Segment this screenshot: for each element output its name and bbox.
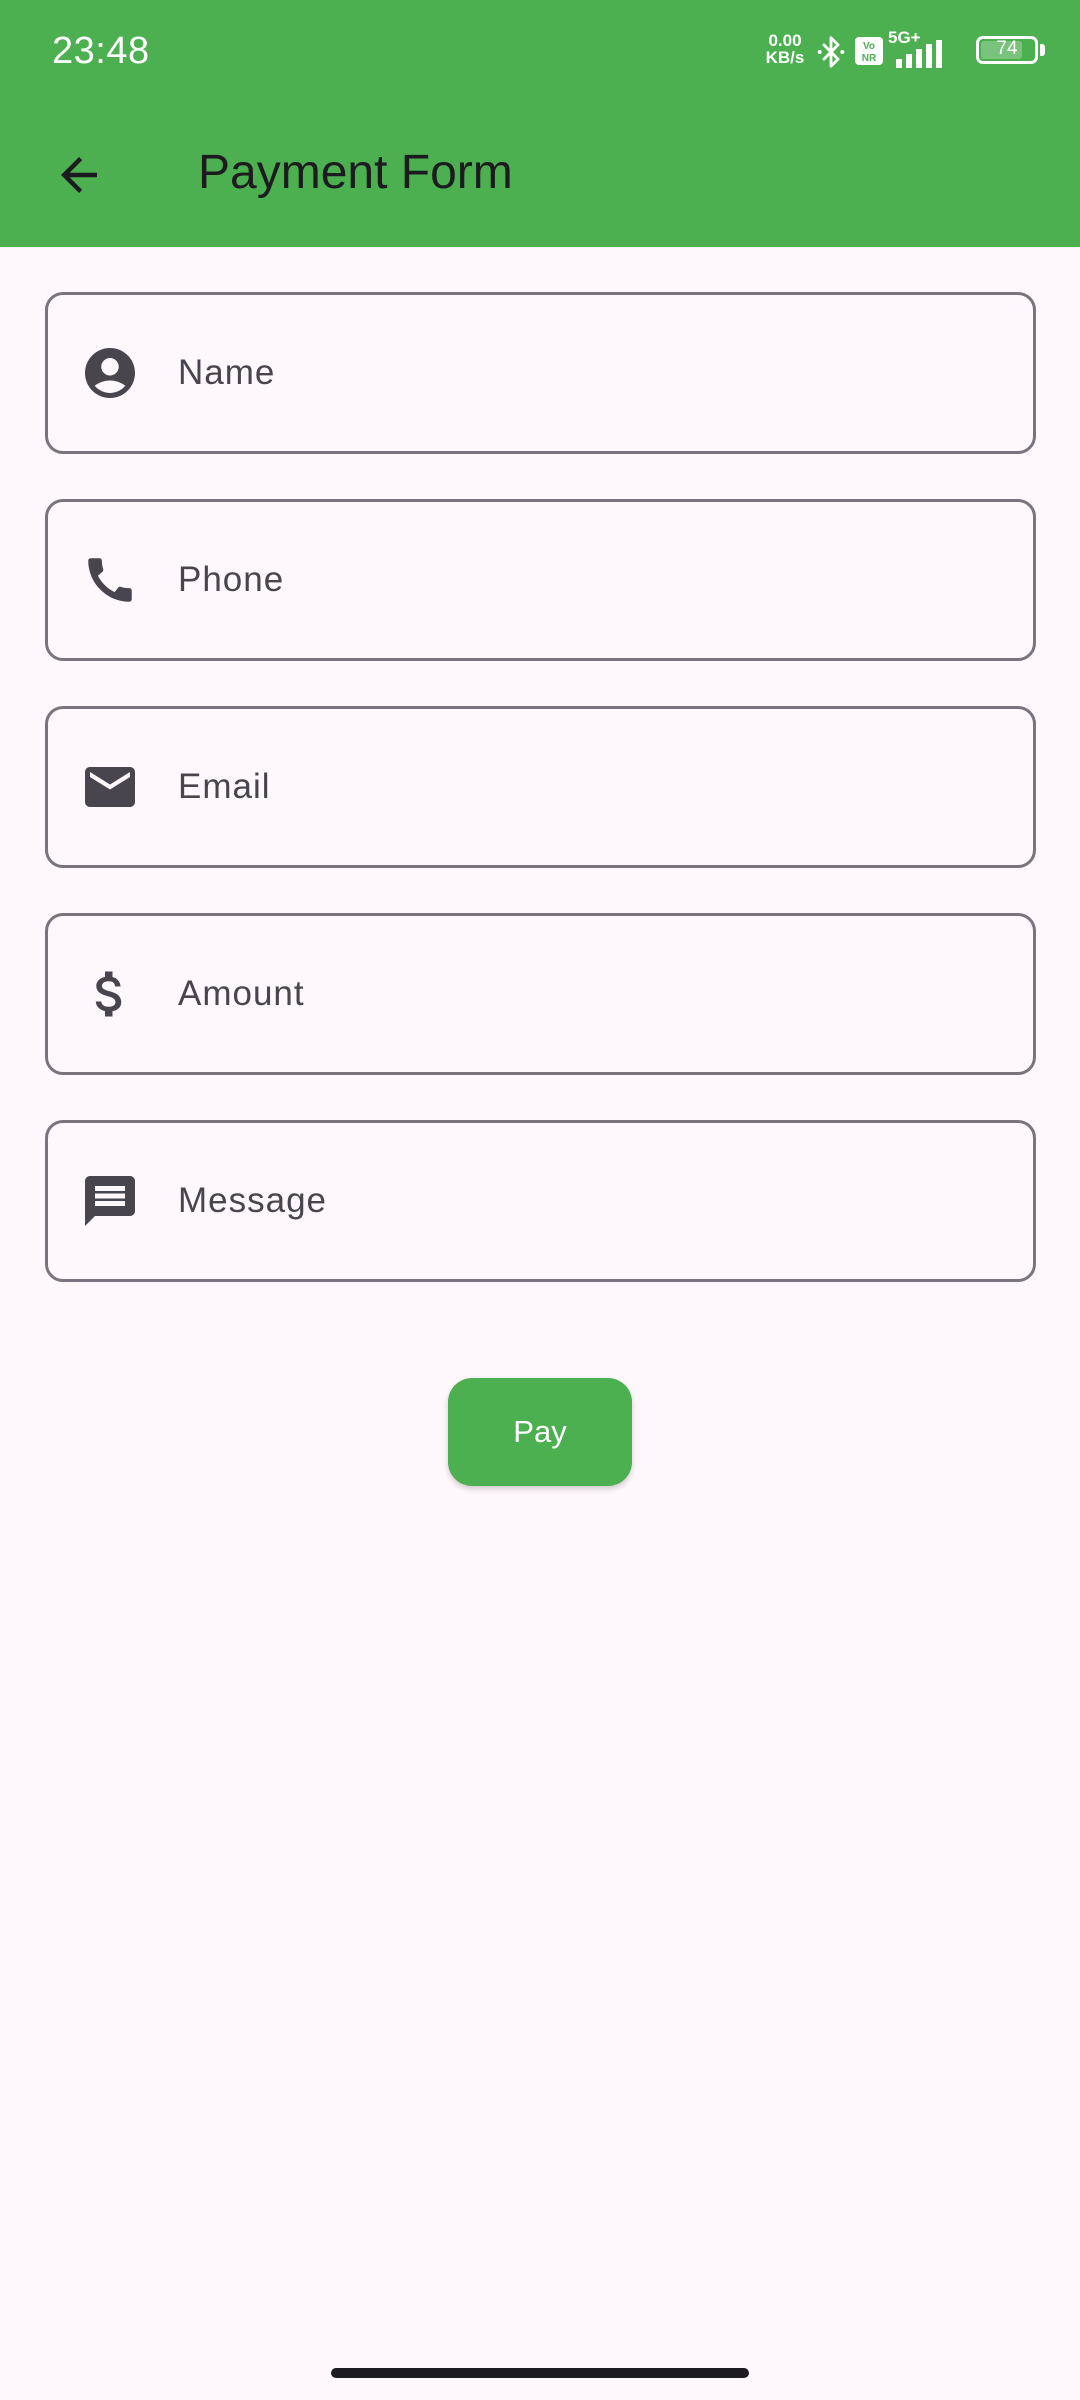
message-icon	[80, 1171, 140, 1231]
home-indicator[interactable]	[331, 2368, 749, 2378]
phone-icon	[80, 550, 140, 610]
dollar-icon	[80, 964, 140, 1024]
network-speed-value: 0.00	[768, 31, 802, 50]
message-field[interactable]	[45, 1120, 1036, 1282]
bluetooth-icon	[817, 36, 845, 68]
status-icons: 0.00 KB/s Vo NR 5G+ 74	[760, 28, 1080, 74]
battery-level: 74	[996, 38, 1018, 59]
svg-text:Vo: Vo	[863, 41, 875, 52]
network-speed: 0.00 KB/s	[760, 32, 810, 66]
app-header: 23:48 0.00 KB/s Vo NR 5G+ 74 Payment For…	[0, 0, 1080, 247]
pay-button[interactable]: Pay	[448, 1378, 632, 1486]
arrow-back-icon	[61, 157, 97, 193]
svg-text:NR: NR	[862, 53, 877, 64]
message-input[interactable]	[178, 1123, 998, 1279]
account-circle-icon	[80, 343, 140, 403]
name-field[interactable]	[45, 292, 1036, 454]
phone-input[interactable]	[178, 502, 998, 658]
status-time: 23:48	[52, 30, 150, 72]
pay-button-label: Pay	[513, 1414, 567, 1449]
amount-input[interactable]	[178, 916, 998, 1072]
battery-icon: 74	[976, 36, 1038, 64]
email-icon	[80, 757, 140, 817]
page-title: Payment Form	[198, 146, 513, 199]
name-input[interactable]	[178, 295, 998, 451]
app-bar: Payment Form	[0, 104, 1080, 247]
phone-field[interactable]	[45, 499, 1036, 661]
amount-field[interactable]	[45, 913, 1036, 1075]
network-speed-unit: KB/s	[765, 48, 805, 67]
signal-icon	[896, 40, 942, 68]
status-bar: 23:48 0.00 KB/s Vo NR 5G+ 74	[0, 0, 1080, 104]
payment-form	[45, 292, 1036, 1327]
battery-tip	[1040, 44, 1045, 56]
email-input[interactable]	[178, 709, 998, 865]
back-button[interactable]	[36, 132, 122, 218]
email-field[interactable]	[45, 706, 1036, 868]
vonr-icon: Vo NR	[855, 37, 883, 65]
